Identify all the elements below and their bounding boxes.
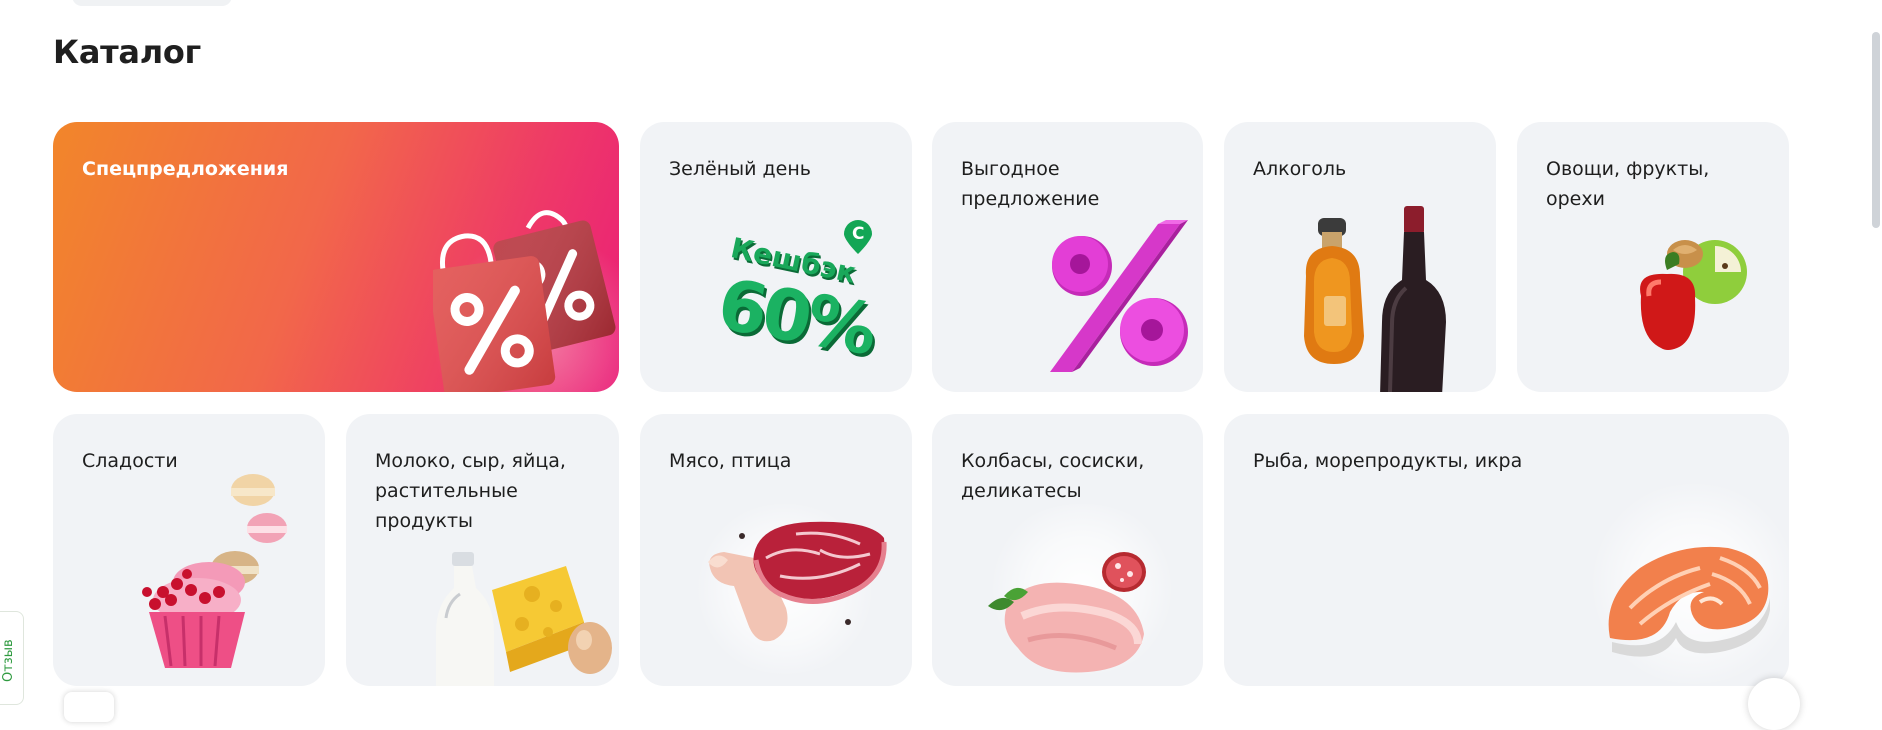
cashback-symbol: С	[852, 224, 865, 244]
milk-cheese-egg-icon	[436, 552, 612, 686]
shopping-bags-percent-icon	[433, 210, 616, 392]
category-label: Выгодное предложение	[961, 158, 1100, 210]
category-card-meat-poultry[interactable]: Мясо, птица	[640, 414, 912, 686]
category-card-sweets[interactable]: Сладости	[53, 414, 325, 686]
ham-salami-icon	[988, 552, 1146, 673]
category-label: Овощи, фрукты, орехи	[1546, 158, 1710, 210]
category-card-fish-seafood-caviar[interactable]: Рыба, морепродукты, икра	[1224, 414, 1789, 686]
feedback-tab[interactable]: Отзыв	[0, 611, 24, 705]
bottles-icon	[1304, 206, 1446, 392]
category-label: Молоко, сыр, яйца, растительные продукты	[375, 450, 566, 532]
category-card-alcohol[interactable]: Алкоголь	[1224, 122, 1496, 392]
scrollbar-thumb[interactable]	[1872, 32, 1880, 228]
category-card-best-offer[interactable]: Выгодное предложение	[932, 122, 1203, 392]
category-card-milk-cheese-eggs[interactable]: Молоко, сыр, яйца, растительные продукты	[346, 414, 619, 686]
salmon-steak-icon	[1608, 546, 1770, 657]
scrollbar[interactable]	[1870, 0, 1882, 700]
category-card-vegetables-fruits-nuts[interactable]: Овощи, фрукты, орехи	[1517, 122, 1789, 392]
cupcake-macarons-icon	[142, 474, 287, 668]
category-label: Спецпредложения	[82, 158, 289, 180]
category-card-special-offers[interactable]: Спецпредложения	[53, 122, 619, 392]
category-label: Алкоголь	[1253, 158, 1347, 180]
cashback-60-icon: С Кешбэк 60%	[712, 220, 898, 371]
feedback-label: Отзыв	[1, 639, 16, 682]
category-label: Мясо, птица	[669, 450, 792, 472]
category-label: Зелёный день	[669, 158, 811, 180]
category-label: Колбасы, сосиски, деликатесы	[961, 450, 1145, 502]
category-label: Рыба, морепродукты, икра	[1253, 450, 1523, 472]
page-title: Каталог	[53, 33, 201, 71]
percent-icon	[1050, 220, 1188, 372]
pepper-apple-walnut-icon	[1640, 240, 1747, 350]
category-card-green-day[interactable]: Зелёный день С Кешбэк 60%	[640, 122, 912, 392]
category-card-sausages-delicacies[interactable]: Колбасы, сосиски, деликатесы	[932, 414, 1203, 686]
bottom-left-button[interactable]	[64, 692, 114, 722]
scroll-round-button[interactable]	[1748, 678, 1800, 730]
top-scroll-remnant	[72, 0, 232, 6]
meat-steak-icon	[708, 521, 887, 642]
